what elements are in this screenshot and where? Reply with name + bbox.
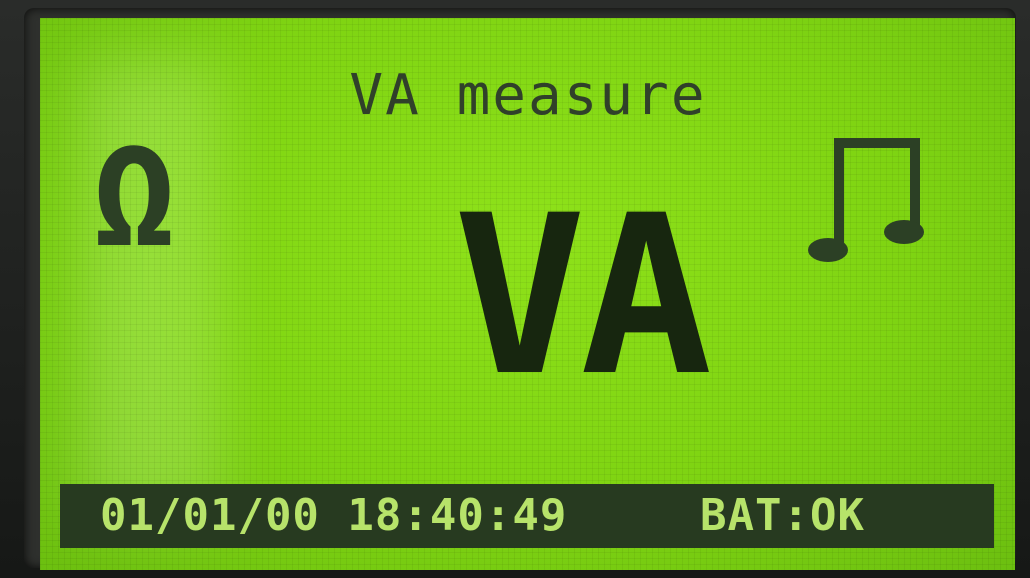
status-datetime: 01/01/00 18:40:49 bbox=[100, 492, 567, 540]
status-bar: 01/01/00 18:40:49 BAT:OK bbox=[60, 484, 994, 548]
status-date: 01/01/00 bbox=[100, 490, 320, 541]
status-time: 18:40:49 bbox=[347, 490, 568, 541]
music-note-icon bbox=[808, 128, 928, 268]
lcd-screen: VA measure Ω VA 01/01/00 18:40:49 BAT:OK bbox=[40, 18, 1015, 570]
battery-status: BAT:OK bbox=[700, 490, 865, 541]
screen-title: VA measure bbox=[349, 63, 707, 128]
device-body: VA measure Ω VA 01/01/00 18:40:49 BAT:OK bbox=[0, 0, 1030, 578]
omega-icon: Ω bbox=[92, 116, 177, 279]
mode-label: VA bbox=[453, 168, 713, 424]
